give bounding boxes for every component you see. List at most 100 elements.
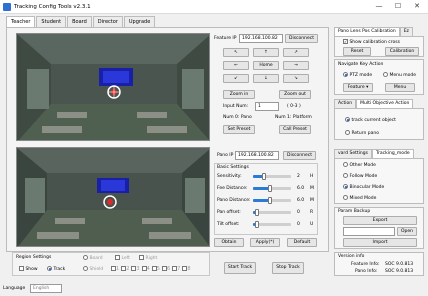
track-radio[interactable] <box>47 266 52 271</box>
tab-upgrade[interactable]: Upgrade <box>123 16 156 27</box>
return-pano-radio[interactable] <box>345 130 350 135</box>
region-right-option[interactable]: Right <box>139 255 157 261</box>
tab-ez[interactable]: Ez <box>399 27 413 36</box>
feature-ip-input[interactable]: 192.168.100.82 <box>239 34 283 43</box>
track-current-radio[interactable] <box>345 117 350 122</box>
show-checkbox[interactable] <box>19 266 24 271</box>
region-number-option[interactable]: 1 <box>111 266 119 272</box>
region-number-option[interactable]: 6 <box>161 266 170 272</box>
setting-slider-thumb[interactable] <box>268 185 272 192</box>
binocular-mode-radio[interactable] <box>343 184 348 189</box>
setting-slider-thumb[interactable] <box>262 173 266 180</box>
start-track-button[interactable]: Start Track <box>224 262 256 274</box>
reset-button[interactable]: Reset <box>343 47 371 56</box>
other-mode-radio[interactable] <box>343 162 348 167</box>
region-show-option[interactable]: Show <box>19 266 38 272</box>
maximize-button[interactable]: ☐ <box>391 2 405 12</box>
zoom-out-button[interactable]: Zoom out <box>279 90 311 99</box>
feature-disconnect-button[interactable]: Disconnect <box>285 34 318 43</box>
export-button[interactable]: Export <box>343 216 417 225</box>
setting-value: 6.0 <box>297 198 305 203</box>
close-button[interactable]: ✕ <box>410 2 424 12</box>
tab-teacher[interactable]: Teacher <box>6 16 36 27</box>
region-number-label: 7 <box>177 266 181 272</box>
ptz-video-view[interactable] <box>16 33 210 141</box>
tab-board-settings[interactable]: vard Settings <box>334 149 372 158</box>
ptz-mode-option[interactable]: PTZ mode <box>343 72 372 78</box>
binocular-mode-option[interactable]: Binocular Mode <box>343 184 384 190</box>
menu-mode-option[interactable]: Menu mode <box>383 72 416 78</box>
set-preset-button[interactable]: Set Preset <box>223 125 255 134</box>
open-button[interactable]: Open <box>397 227 417 236</box>
minimize-button[interactable]: — <box>372 2 386 12</box>
obtain-button[interactable]: Obtain <box>214 238 244 247</box>
region-number-option[interactable]: 3 <box>131 266 140 272</box>
track-current-option[interactable]: track current object <box>345 117 396 123</box>
left-button[interactable]: ← <box>223 61 249 70</box>
show-cross-checkbox[interactable]: ✓ <box>343 39 348 44</box>
region-track-option[interactable]: Track <box>47 266 65 272</box>
tab-board[interactable]: Board <box>67 16 92 27</box>
board-radio[interactable] <box>83 255 88 260</box>
language-select[interactable]: English <box>30 284 62 293</box>
region-left-option[interactable]: Left <box>115 255 130 261</box>
region-number-option[interactable]: 5 <box>151 266 160 272</box>
calibration-tabs: Pano Lens Pos Calibration Ez <box>334 27 413 36</box>
down-right-button[interactable]: ↘ <box>283 74 309 83</box>
up-left-button[interactable]: ↖ <box>223 48 249 57</box>
region-settings-title: Region Settings <box>16 255 52 260</box>
pano-ip-label: Pano IP <box>217 153 234 158</box>
feature-dropdown[interactable]: Feature ▾ <box>343 83 373 92</box>
ptz-mode-radio[interactable] <box>343 72 348 77</box>
left-label: Left <box>121 256 130 261</box>
call-preset-button[interactable]: Call Preset <box>279 125 311 134</box>
menu-button[interactable]: Menu <box>385 83 415 92</box>
mixed-mode-option[interactable]: Mixed Mode <box>343 195 376 201</box>
home-button[interactable]: Home <box>253 61 279 70</box>
up-right-button[interactable]: ↗ <box>283 48 309 57</box>
import-button[interactable]: Import <box>343 238 417 247</box>
region-board-option[interactable]: Board <box>83 255 103 261</box>
follow-mode-option[interactable]: Follow Mode <box>343 173 377 179</box>
apply-button[interactable]: Apply(*) <box>250 238 280 247</box>
region-number-option[interactable]: 2 <box>121 266 129 272</box>
setting-slider-thumb[interactable] <box>255 209 259 216</box>
other-mode-option[interactable]: Other Mode <box>343 162 376 168</box>
region-number-option[interactable]: 4 <box>141 266 150 272</box>
menu-mode-radio[interactable] <box>383 72 388 77</box>
shield-label: Shield <box>89 267 104 272</box>
show-cross-option[interactable]: ✓ Show calibration cross <box>343 39 400 45</box>
setting-slider-thumb[interactable] <box>255 221 259 228</box>
follow-mode-radio[interactable] <box>343 173 348 178</box>
tab-student[interactable]: Student <box>36 16 67 27</box>
up-button[interactable]: ↑ <box>253 48 279 57</box>
region-number-option[interactable]: 8 <box>182 266 191 272</box>
shield-radio[interactable] <box>83 266 88 271</box>
calibration-button[interactable]: Calibration <box>385 47 419 56</box>
input-num-field[interactable]: 1 <box>255 102 279 111</box>
setting-slider-thumb[interactable] <box>268 197 272 204</box>
pano-ip-input[interactable]: 192.168.100.82 <box>235 151 279 160</box>
mixed-mode-radio[interactable] <box>343 195 348 200</box>
tab-pano-lens-calibration[interactable]: Pano Lens Pos Calibration <box>334 27 400 36</box>
right-button[interactable]: → <box>283 61 309 70</box>
region-shield-option[interactable]: Shield <box>83 266 103 272</box>
region-number-option[interactable]: 7 <box>172 266 180 272</box>
pano-disconnect-button[interactable]: Disconnect <box>283 151 316 160</box>
right-checkbox[interactable] <box>139 255 144 260</box>
zoom-in-button[interactable]: Zoom in <box>223 90 255 99</box>
default-button[interactable]: Default <box>287 238 317 247</box>
right-panel: Pano Lens Pos Calibration Ez ✓ Show cali… <box>334 27 424 277</box>
pano-video-view[interactable] <box>16 147 210 247</box>
tab-director[interactable]: Director <box>92 16 123 27</box>
down-left-button[interactable]: ↙ <box>223 74 249 83</box>
num1-hint: Num 1: Platform <box>275 115 312 120</box>
down-button[interactable]: ↓ <box>253 74 279 83</box>
tab-multi-objective-action[interactable]: Multi Objective Action <box>356 99 414 108</box>
return-pano-option[interactable]: Return pano <box>345 130 379 136</box>
left-checkbox[interactable] <box>115 255 120 260</box>
import-path-input[interactable] <box>343 227 395 236</box>
stop-track-button[interactable]: Stop Track <box>272 262 304 274</box>
tab-tracking-mode[interactable]: Tracking_mode <box>371 149 414 158</box>
tab-action[interactable]: Action <box>334 99 357 108</box>
